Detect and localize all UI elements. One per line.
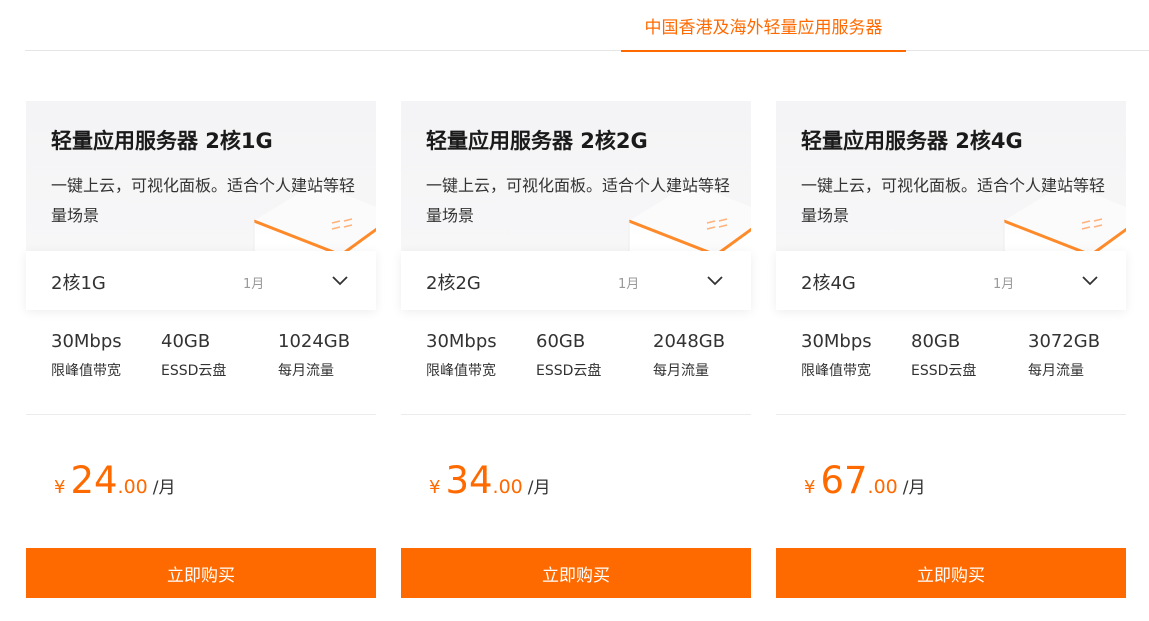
selected-period: 1月	[618, 277, 640, 292]
product-card-2c1g: 轻量应用服务器 2核1G 一键上云，可视化面板。适合个人建站等轻量场景 2核1G…	[26, 101, 376, 601]
product-card-2c2g: 轻量应用服务器 2核2G 一键上云，可视化面板。适合个人建站等轻量场景 2核2G…	[401, 101, 751, 601]
spec-label: 限峰值带宽	[426, 363, 496, 379]
chevron-down-icon	[707, 276, 723, 286]
buy-now-button[interactable]: 立即购买	[401, 548, 751, 598]
spec-value: 30Mbps	[51, 331, 122, 352]
product-card-2c4g: 轻量应用服务器 2核4G 一键上云，可视化面板。适合个人建站等轻量场景 2核4G…	[776, 101, 1126, 601]
active-tab-indicator	[621, 50, 906, 52]
price: ¥24.00/月	[54, 459, 176, 502]
tab-overseas-lightweight-servers[interactable]: 中国香港及海外轻量应用服务器	[621, 0, 906, 52]
spec-disk: 80GB ESSD云盘	[911, 331, 976, 380]
spec-label: 限峰值带宽	[51, 363, 121, 379]
spec-value: 60GB	[536, 331, 586, 352]
spec-label: 每月流量	[1028, 363, 1084, 379]
selected-spec: 2核2G	[426, 273, 481, 294]
card-header: 轻量应用服务器 2核4G 一键上云，可视化面板。适合个人建站等轻量场景	[776, 101, 1126, 251]
price-unit: /月	[902, 478, 926, 498]
spec-bandwidth: 30Mbps 限峰值带宽	[426, 331, 497, 380]
card-header: 轻量应用服务器 2核1G 一键上云，可视化面板。适合个人建站等轻量场景	[26, 101, 376, 251]
spec-label: ESSD云盘	[536, 363, 602, 379]
buy-now-button[interactable]: 立即购买	[776, 548, 1126, 598]
price-integer: 24	[70, 459, 118, 502]
spec-label: ESSD云盘	[161, 363, 227, 379]
card-title: 轻量应用服务器 2核1G	[51, 129, 273, 153]
spec-value: 40GB	[161, 331, 211, 352]
spec-label: 每月流量	[653, 363, 709, 379]
price-decimal: .00	[117, 476, 148, 498]
spec-selector-dropdown[interactable]: 2核2G 1月	[401, 251, 751, 310]
spec-selector-dropdown[interactable]: 2核1G 1月	[26, 251, 376, 310]
chevron-down-icon	[1082, 276, 1098, 286]
price-unit: /月	[527, 478, 551, 498]
spec-value: 3072GB	[1028, 331, 1101, 352]
card-description: 一键上云，可视化面板。适合个人建站等轻量场景	[426, 176, 731, 225]
spec-bandwidth: 30Mbps 限峰值带宽	[801, 331, 872, 380]
card-title: 轻量应用服务器 2核2G	[426, 129, 648, 153]
spec-selector-dropdown[interactable]: 2核4G 1月	[776, 251, 1126, 310]
spec-label: ESSD云盘	[911, 363, 977, 379]
spec-value: 80GB	[911, 331, 961, 352]
spec-value: 30Mbps	[801, 331, 872, 352]
divider	[26, 414, 376, 415]
price-currency: ¥	[54, 477, 66, 498]
card-description: 一键上云，可视化面板。适合个人建站等轻量场景	[801, 176, 1106, 225]
spec-traffic: 1024GB 每月流量	[278, 331, 350, 380]
price-currency: ¥	[804, 477, 816, 498]
card-title: 轻量应用服务器 2核4G	[801, 129, 1023, 153]
price-integer: 67	[820, 459, 868, 502]
spec-value: 1024GB	[278, 331, 351, 352]
price-decimal: .00	[492, 476, 523, 498]
price: ¥67.00/月	[804, 459, 926, 502]
selected-spec: 2核4G	[801, 273, 856, 294]
spec-disk: 60GB ESSD云盘	[536, 331, 601, 380]
tab-bar: 中国香港及海外轻量应用服务器	[25, 0, 1149, 52]
chevron-down-icon	[332, 276, 348, 286]
spec-traffic: 3072GB 每月流量	[1028, 331, 1100, 380]
buy-now-button[interactable]: 立即购买	[26, 548, 376, 598]
divider	[401, 414, 751, 415]
price-currency: ¥	[429, 477, 441, 498]
spec-disk: 40GB ESSD云盘	[161, 331, 226, 380]
spec-value: 2048GB	[653, 331, 726, 352]
spec-traffic: 2048GB 每月流量	[653, 331, 725, 380]
divider	[776, 414, 1126, 415]
spec-bandwidth: 30Mbps 限峰值带宽	[51, 331, 122, 380]
card-header: 轻量应用服务器 2核2G 一键上云，可视化面板。适合个人建站等轻量场景	[401, 101, 751, 251]
spec-label: 每月流量	[278, 363, 334, 379]
selected-period: 1月	[993, 277, 1015, 292]
tab-label: 中国香港及海外轻量应用服务器	[644, 18, 883, 38]
card-description: 一键上云，可视化面板。适合个人建站等轻量场景	[51, 176, 356, 225]
spec-value: 30Mbps	[426, 331, 497, 352]
selected-spec: 2核1G	[51, 273, 106, 294]
price-integer: 34	[445, 459, 493, 502]
price: ¥34.00/月	[429, 459, 551, 502]
price-decimal: .00	[867, 476, 898, 498]
price-unit: /月	[152, 478, 176, 498]
selected-period: 1月	[243, 277, 265, 292]
spec-label: 限峰值带宽	[801, 363, 871, 379]
